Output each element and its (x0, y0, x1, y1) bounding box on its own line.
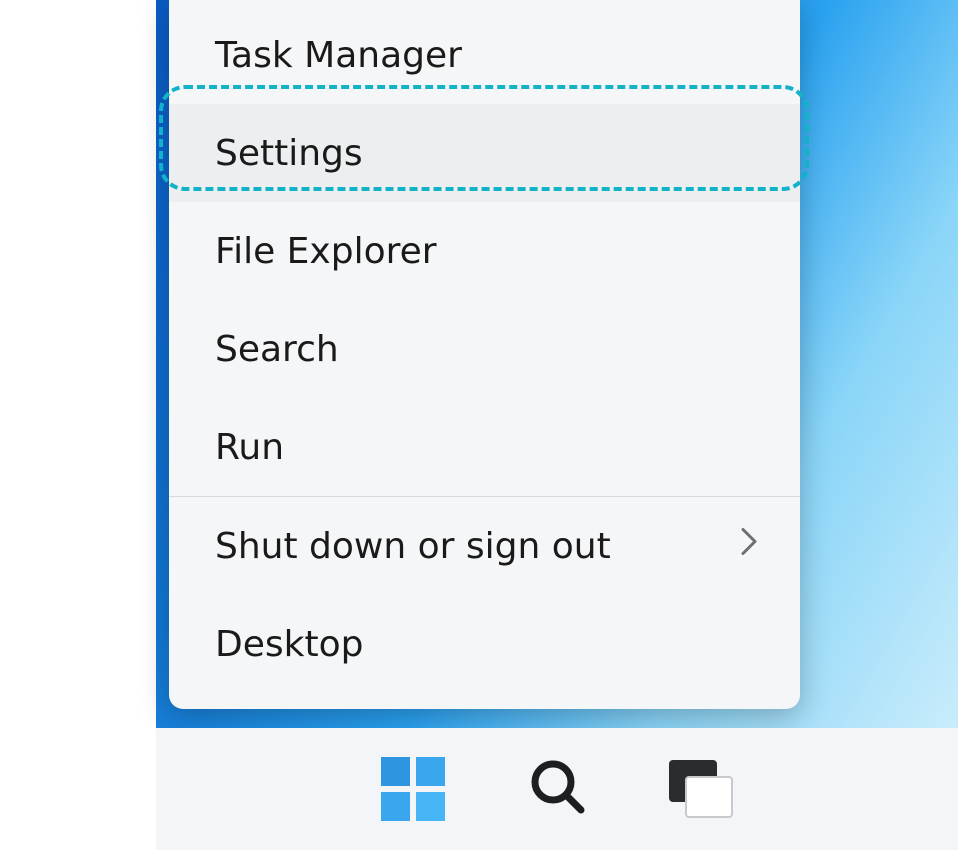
menu-item-label: File Explorer (215, 231, 437, 272)
windows-start-icon (381, 757, 445, 821)
menu-item-desktop[interactable]: Desktop (169, 595, 800, 693)
taskbar-search-button[interactable] (521, 753, 593, 825)
menu-item-task-manager[interactable]: Task Manager (169, 6, 800, 104)
task-view-icon (669, 760, 733, 818)
taskbar (156, 728, 958, 850)
menu-item-run[interactable]: Run (169, 398, 800, 496)
chevron-right-icon (738, 525, 760, 568)
menu-item-label: Search (215, 329, 339, 370)
menu-item-label: Task Manager (215, 35, 462, 76)
winx-context-menu: Task Manager Settings File Explorer Sear… (169, 0, 800, 709)
task-view-button[interactable] (665, 753, 737, 825)
menu-item-label: Desktop (215, 624, 363, 665)
menu-item-search[interactable]: Search (169, 300, 800, 398)
menu-item-label: Shut down or sign out (215, 526, 611, 567)
menu-item-shutdown-signout[interactable]: Shut down or sign out (169, 497, 800, 595)
search-icon (525, 755, 589, 823)
menu-item-file-explorer[interactable]: File Explorer (169, 202, 800, 300)
start-button[interactable] (377, 753, 449, 825)
menu-item-settings[interactable]: Settings (169, 104, 800, 202)
menu-item-label: Run (215, 427, 284, 468)
menu-item-label: Settings (215, 133, 363, 174)
